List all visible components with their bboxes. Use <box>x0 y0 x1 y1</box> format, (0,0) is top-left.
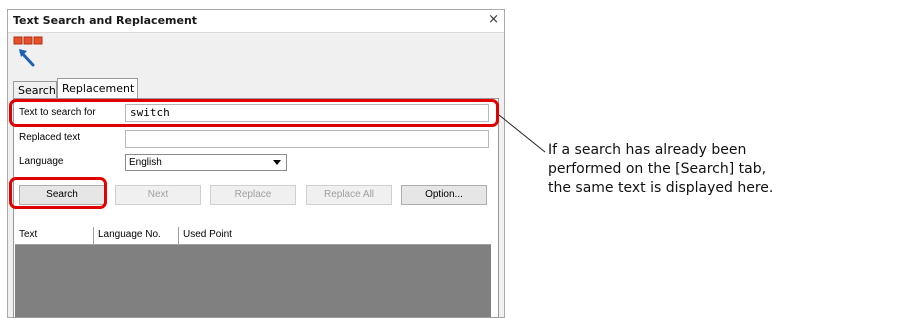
callout-line: the same text is displayed here. <box>548 180 774 196</box>
callout-line: If a search has already been <box>548 142 747 158</box>
callout-note: If a search has already been performed o… <box>548 141 773 198</box>
callout-line: performed on the [Search] tab, <box>548 161 767 177</box>
